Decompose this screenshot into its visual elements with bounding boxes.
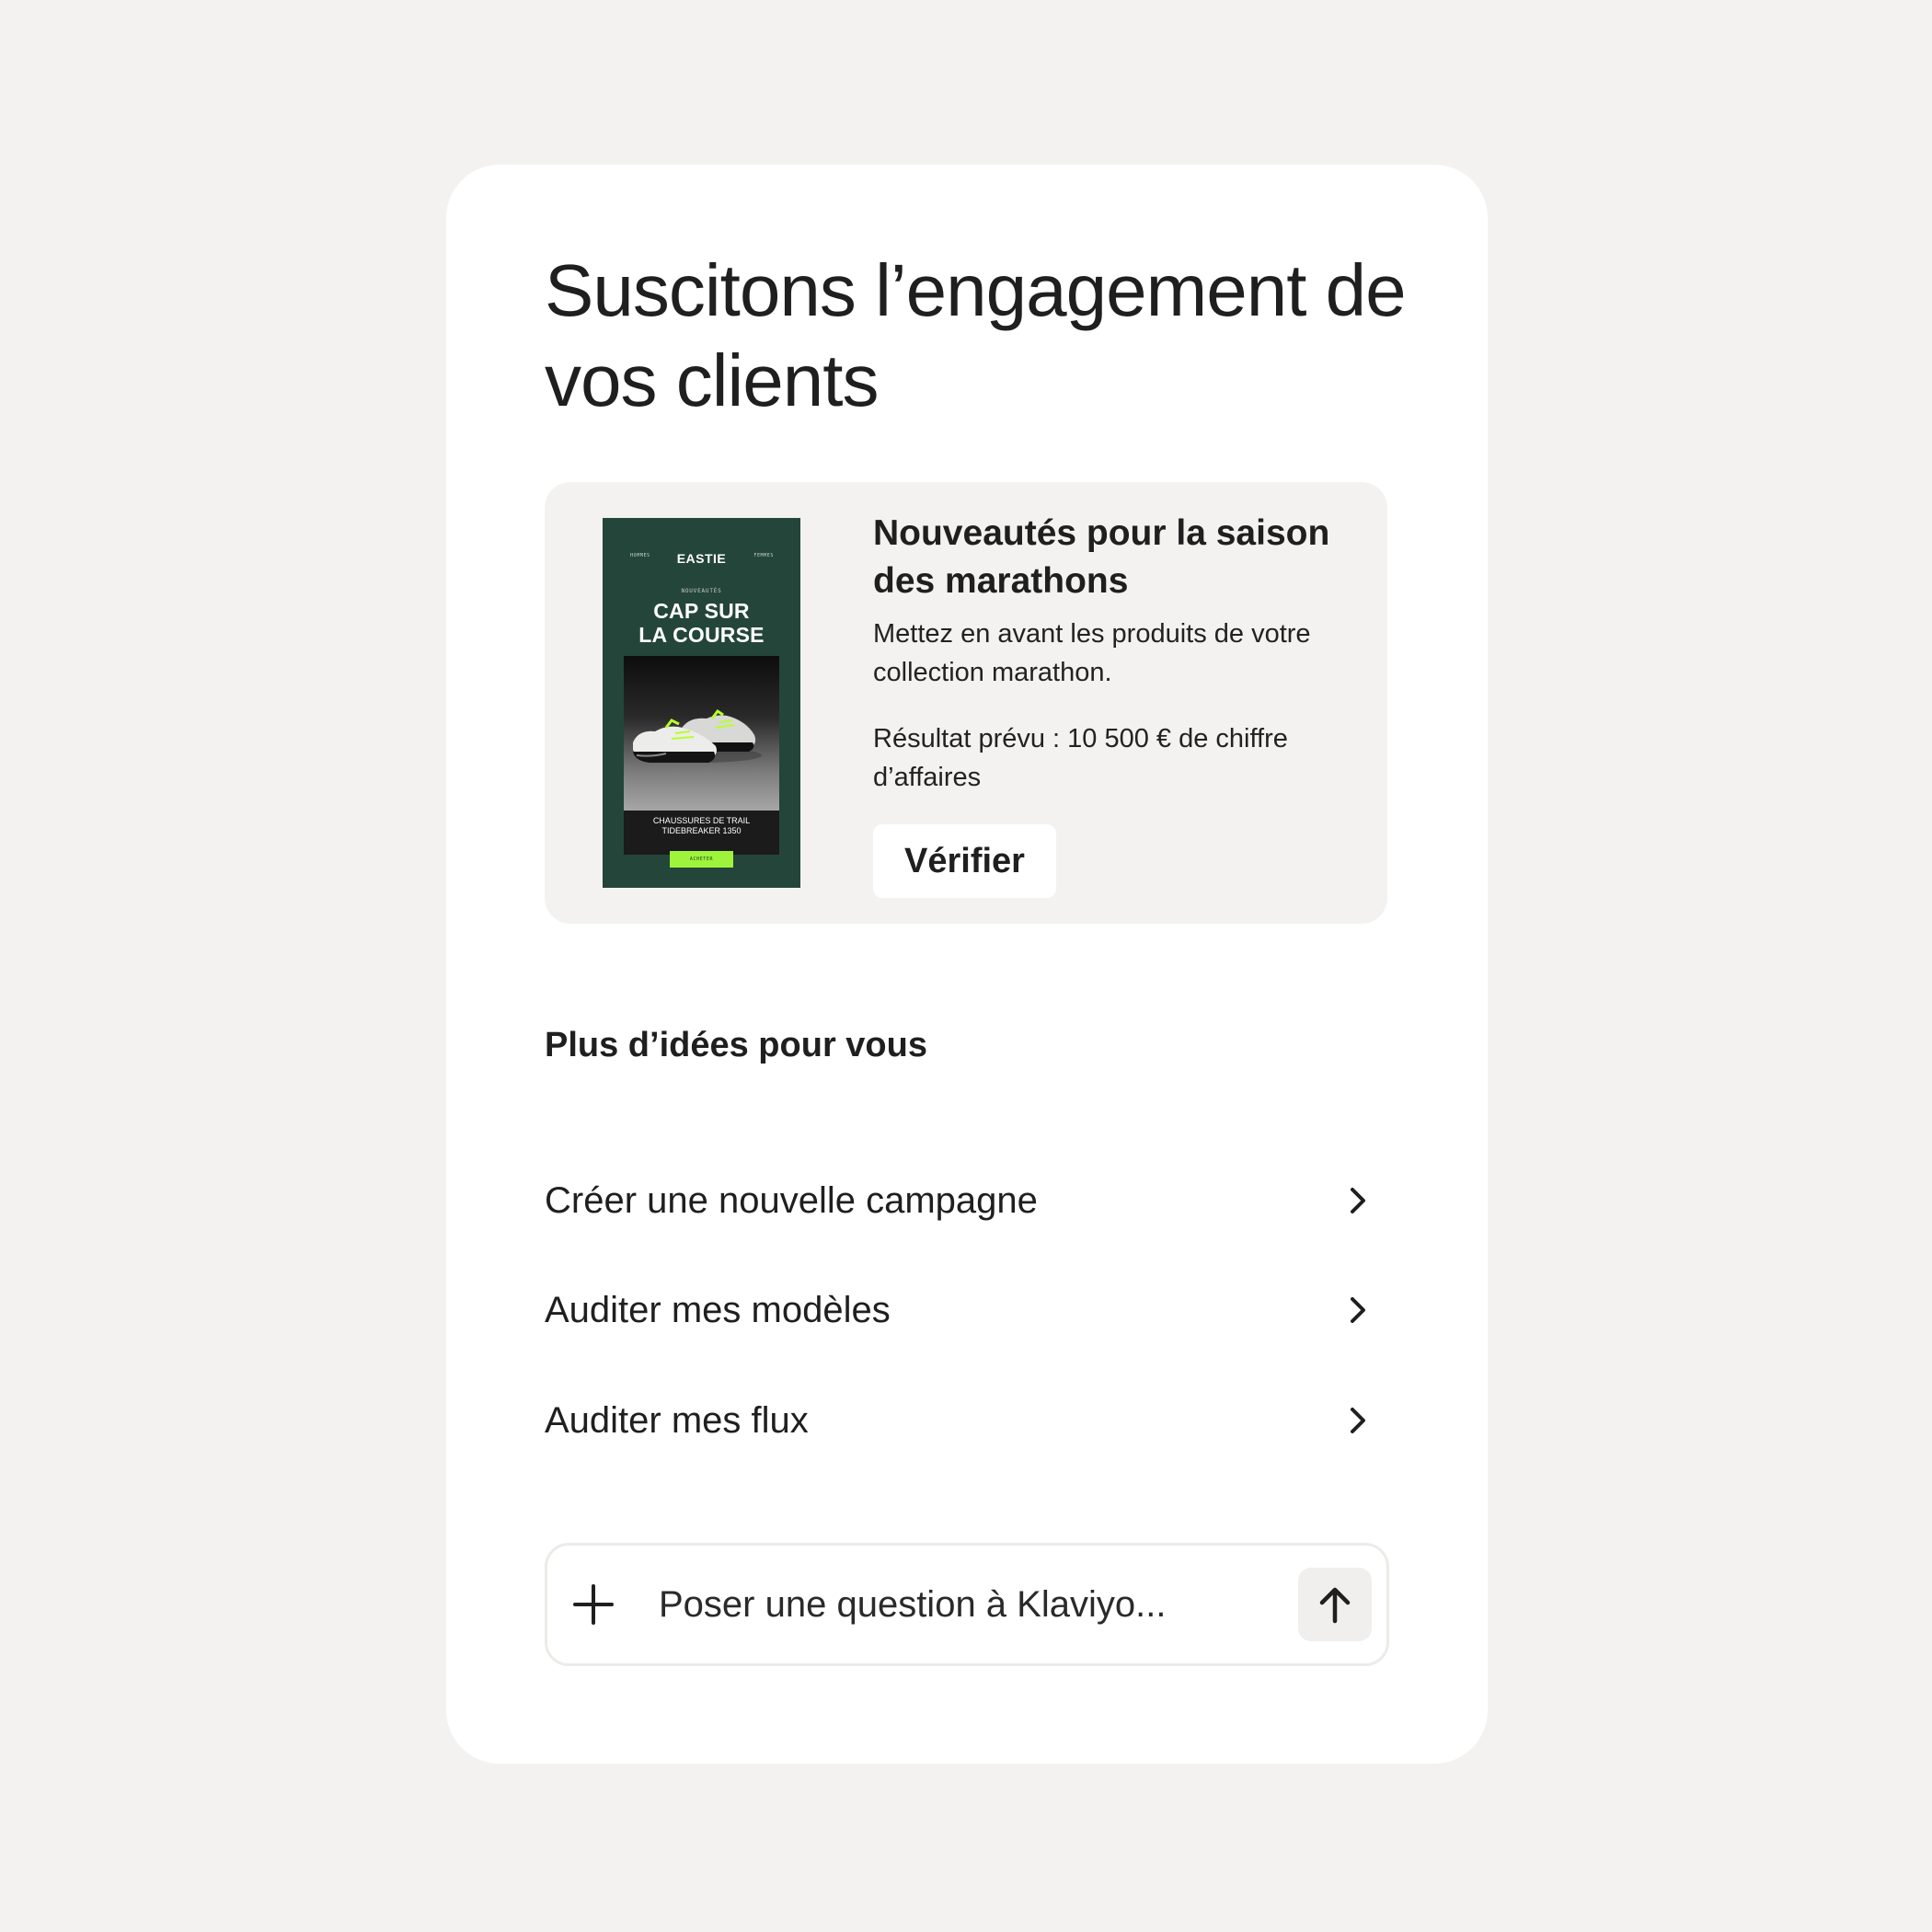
email-preview-headline-line-2: LA COURSE (638, 623, 765, 647)
recommendation-expected-result: Résultat prévu : 10 500 € de chiffre d’a… (873, 724, 1288, 792)
email-preview-headline-line-1: CAP SUR (653, 599, 750, 623)
idea-item-audit-templates[interactable]: Auditer mes modèles (545, 1273, 1387, 1347)
email-preview-nav: HOMMES EASTIE FEMMES (603, 551, 800, 566)
ideas-heading: Plus d’idées pour vous (545, 1026, 927, 1064)
main-panel: Suscitons l’engagement de vos clients HO… (446, 165, 1488, 1764)
page-title: Suscitons l’engagement de vos clients (545, 249, 1407, 421)
chat-input-bar (545, 1543, 1389, 1666)
idea-item-label: Auditer mes modèles (545, 1290, 891, 1330)
email-preview-headline: CAP SUR LA COURSE (603, 599, 800, 647)
email-preview-nav-women: FEMMES (753, 553, 774, 558)
idea-item-label: Créer une nouvelle campagne (545, 1180, 1038, 1221)
recommendation-card: HOMMES EASTIE FEMMES NOUVEAUTÉS CAP SUR … (545, 482, 1387, 924)
chevron-right-icon (1351, 1408, 1365, 1433)
email-preview-thumbnail: HOMMES EASTIE FEMMES NOUVEAUTÉS CAP SUR … (603, 518, 800, 888)
idea-item-create-campaign[interactable]: Créer une nouvelle campagne (545, 1164, 1387, 1237)
recommendation-title: Nouveautés pour la saison des marathons (873, 513, 1330, 601)
email-preview-product-bar: CHAUSSURES DE TRAIL TIDEBREAKER 1350 (624, 811, 779, 855)
arrow-up-icon (1319, 1587, 1351, 1624)
send-button[interactable] (1298, 1568, 1372, 1641)
plus-icon[interactable] (571, 1582, 615, 1627)
email-preview-buy-button: ACHETER (670, 851, 733, 868)
email-preview-product-name: CHAUSSURES DE TRAIL TIDEBREAKER 1350 (624, 816, 779, 836)
email-preview-product-line-1: CHAUSSURES DE TRAIL (652, 816, 751, 825)
chat-input[interactable] (659, 1577, 1284, 1632)
shoe-product-image (624, 656, 779, 811)
idea-item-audit-flows[interactable]: Auditer mes flux (545, 1384, 1387, 1457)
idea-item-label: Auditer mes flux (545, 1400, 809, 1441)
recommendation-description: Mettez en avant les produits de votre co… (873, 619, 1311, 687)
chevron-right-icon (1351, 1297, 1365, 1323)
verify-button[interactable]: Vérifier (873, 824, 1056, 898)
email-preview-eyebrow: NOUVEAUTÉS (681, 588, 722, 594)
email-preview-product-line-2: TIDEBREAKER 1350 (661, 826, 742, 835)
running-shoes-illustration (633, 708, 762, 763)
chevron-right-icon (1351, 1188, 1365, 1213)
